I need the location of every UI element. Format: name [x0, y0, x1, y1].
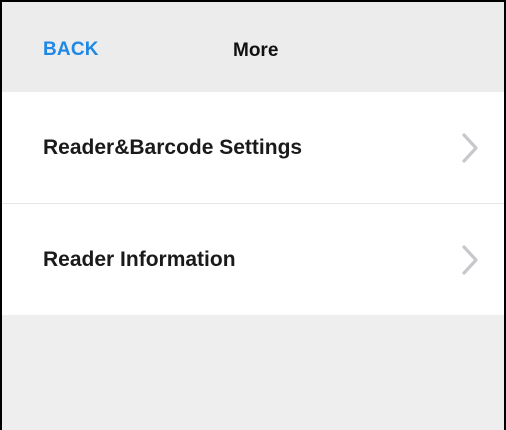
menu-item-label: Reader Information — [43, 247, 236, 271]
back-button[interactable]: BACK — [43, 39, 99, 61]
chevron-right-icon — [462, 132, 478, 163]
menu-item-reader-information[interactable]: Reader Information — [2, 203, 504, 315]
empty-background-area — [2, 315, 504, 430]
menu-list: Reader&Barcode Settings Reader Informati… — [2, 92, 504, 315]
navigation-bar: BACK More — [2, 2, 504, 92]
app-screen: BACK More Reader&Barcode Settings Reader… — [0, 0, 506, 430]
menu-item-reader-barcode-settings[interactable]: Reader&Barcode Settings — [2, 92, 504, 203]
menu-item-label: Reader&Barcode Settings — [43, 135, 303, 159]
chevron-right-icon — [462, 244, 478, 275]
page-title: More — [233, 40, 279, 61]
